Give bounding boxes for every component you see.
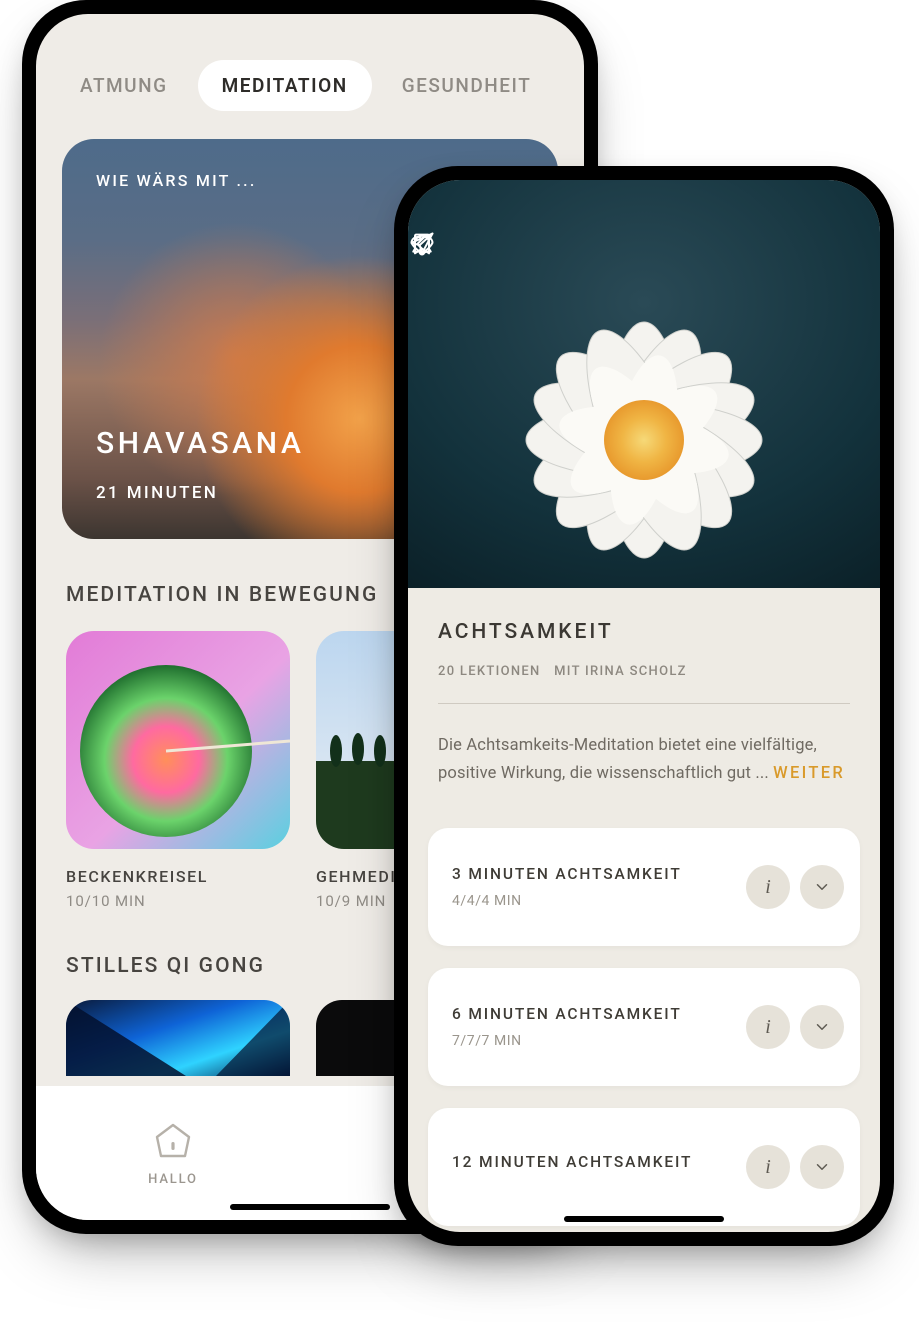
lesson-expand-button[interactable] <box>800 1005 844 1049</box>
lesson-item[interactable]: 3 MINUTEN ACHTSAMKEIT 4/4/4 MIN i <box>428 828 860 946</box>
lesson-title: 12 MINUTEN ACHTSAMKEIT <box>452 1153 736 1171</box>
course-author: MIT IRINA SCHOLZ <box>554 664 687 679</box>
category-tabs: ATMUNG MEDITATION GESUNDHEIT ENTS <box>36 14 584 111</box>
divider <box>438 703 850 704</box>
lesson-list[interactable]: 3 MINUTEN ACHTSAMKEIT 4/4/4 MIN i 6 MINU… <box>428 828 860 1226</box>
notifications-button[interactable] <box>634 230 676 272</box>
lesson-title: 6 MINUTEN ACHTSAMKEIT <box>452 1005 736 1023</box>
lesson-meta: 4/4/4 MIN <box>452 893 736 909</box>
featured-duration: 21 MINUTEN <box>96 483 218 503</box>
lesson-info-button[interactable]: i <box>746 865 790 909</box>
card-beckenkreisel[interactable]: BECKENKREISEL 10/10 MIN <box>66 631 290 910</box>
tab-entspannung[interactable]: ENTS <box>561 60 584 111</box>
chevron-down-icon <box>813 1018 831 1036</box>
nav-hallo[interactable]: HALLO <box>36 1086 310 1220</box>
lesson-meta: 7/7/7 MIN <box>452 1033 736 1049</box>
lesson-expand-button[interactable] <box>800 865 844 909</box>
tab-meditation[interactable]: MEDITATION <box>198 60 372 111</box>
lesson-info-button[interactable]: i <box>746 1145 790 1189</box>
course-hero <box>408 180 880 588</box>
lesson-item[interactable]: 12 MINUTEN ACHTSAMKEIT i <box>428 1108 860 1226</box>
phone-detail: ACHTSAMKEIT 20 LEKTIONEN MIT IRINA SCHOL… <box>394 166 894 1246</box>
card-thumb[interactable] <box>66 1000 290 1076</box>
lesson-item[interactable]: 6 MINUTEN ACHTSAMKEIT 7/7/7 MIN i <box>428 968 860 1086</box>
course-description: Die Achtsamkeits-Meditation bietet eine … <box>438 732 850 788</box>
lesson-info-button[interactable]: i <box>746 1005 790 1049</box>
read-more-link[interactable]: WEITER <box>773 764 845 783</box>
home-indicator <box>564 1216 724 1222</box>
home-icon <box>152 1120 194 1162</box>
card-thumb <box>66 631 290 849</box>
detail-topbar <box>408 230 880 272</box>
tab-gesundheit[interactable]: GESUNDHEIT <box>378 60 556 111</box>
course-description-text: Die Achtsamkeits-Meditation bietet eine … <box>438 736 817 783</box>
favorite-button[interactable] <box>754 230 796 272</box>
nav-label: HALLO <box>148 1172 198 1187</box>
chevron-down-icon <box>813 1158 831 1176</box>
card-title: BECKENKREISEL <box>66 867 290 886</box>
back-button[interactable] <box>432 230 474 272</box>
course-lesson-count: 20 LEKTIONEN <box>438 664 541 679</box>
share-button[interactable] <box>814 230 856 272</box>
card-meta: 10/10 MIN <box>66 892 290 910</box>
lesson-expand-button[interactable] <box>800 1145 844 1189</box>
lesson-title: 3 MINUTEN ACHTSAMKEIT <box>452 865 736 883</box>
send-icon <box>408 230 436 258</box>
course-title: ACHTSAMKEIT <box>438 620 850 644</box>
chevron-down-icon <box>813 878 831 896</box>
bookmark-button[interactable] <box>694 230 736 272</box>
featured-title: SHAVASANA <box>96 426 304 461</box>
featured-eyebrow: WIE WÄRS MIT ... <box>96 171 257 190</box>
home-indicator <box>230 1204 390 1210</box>
tab-atmung[interactable]: ATMUNG <box>56 60 192 111</box>
course-meta: 20 LEKTIONEN MIT IRINA SCHOLZ <box>438 664 850 679</box>
